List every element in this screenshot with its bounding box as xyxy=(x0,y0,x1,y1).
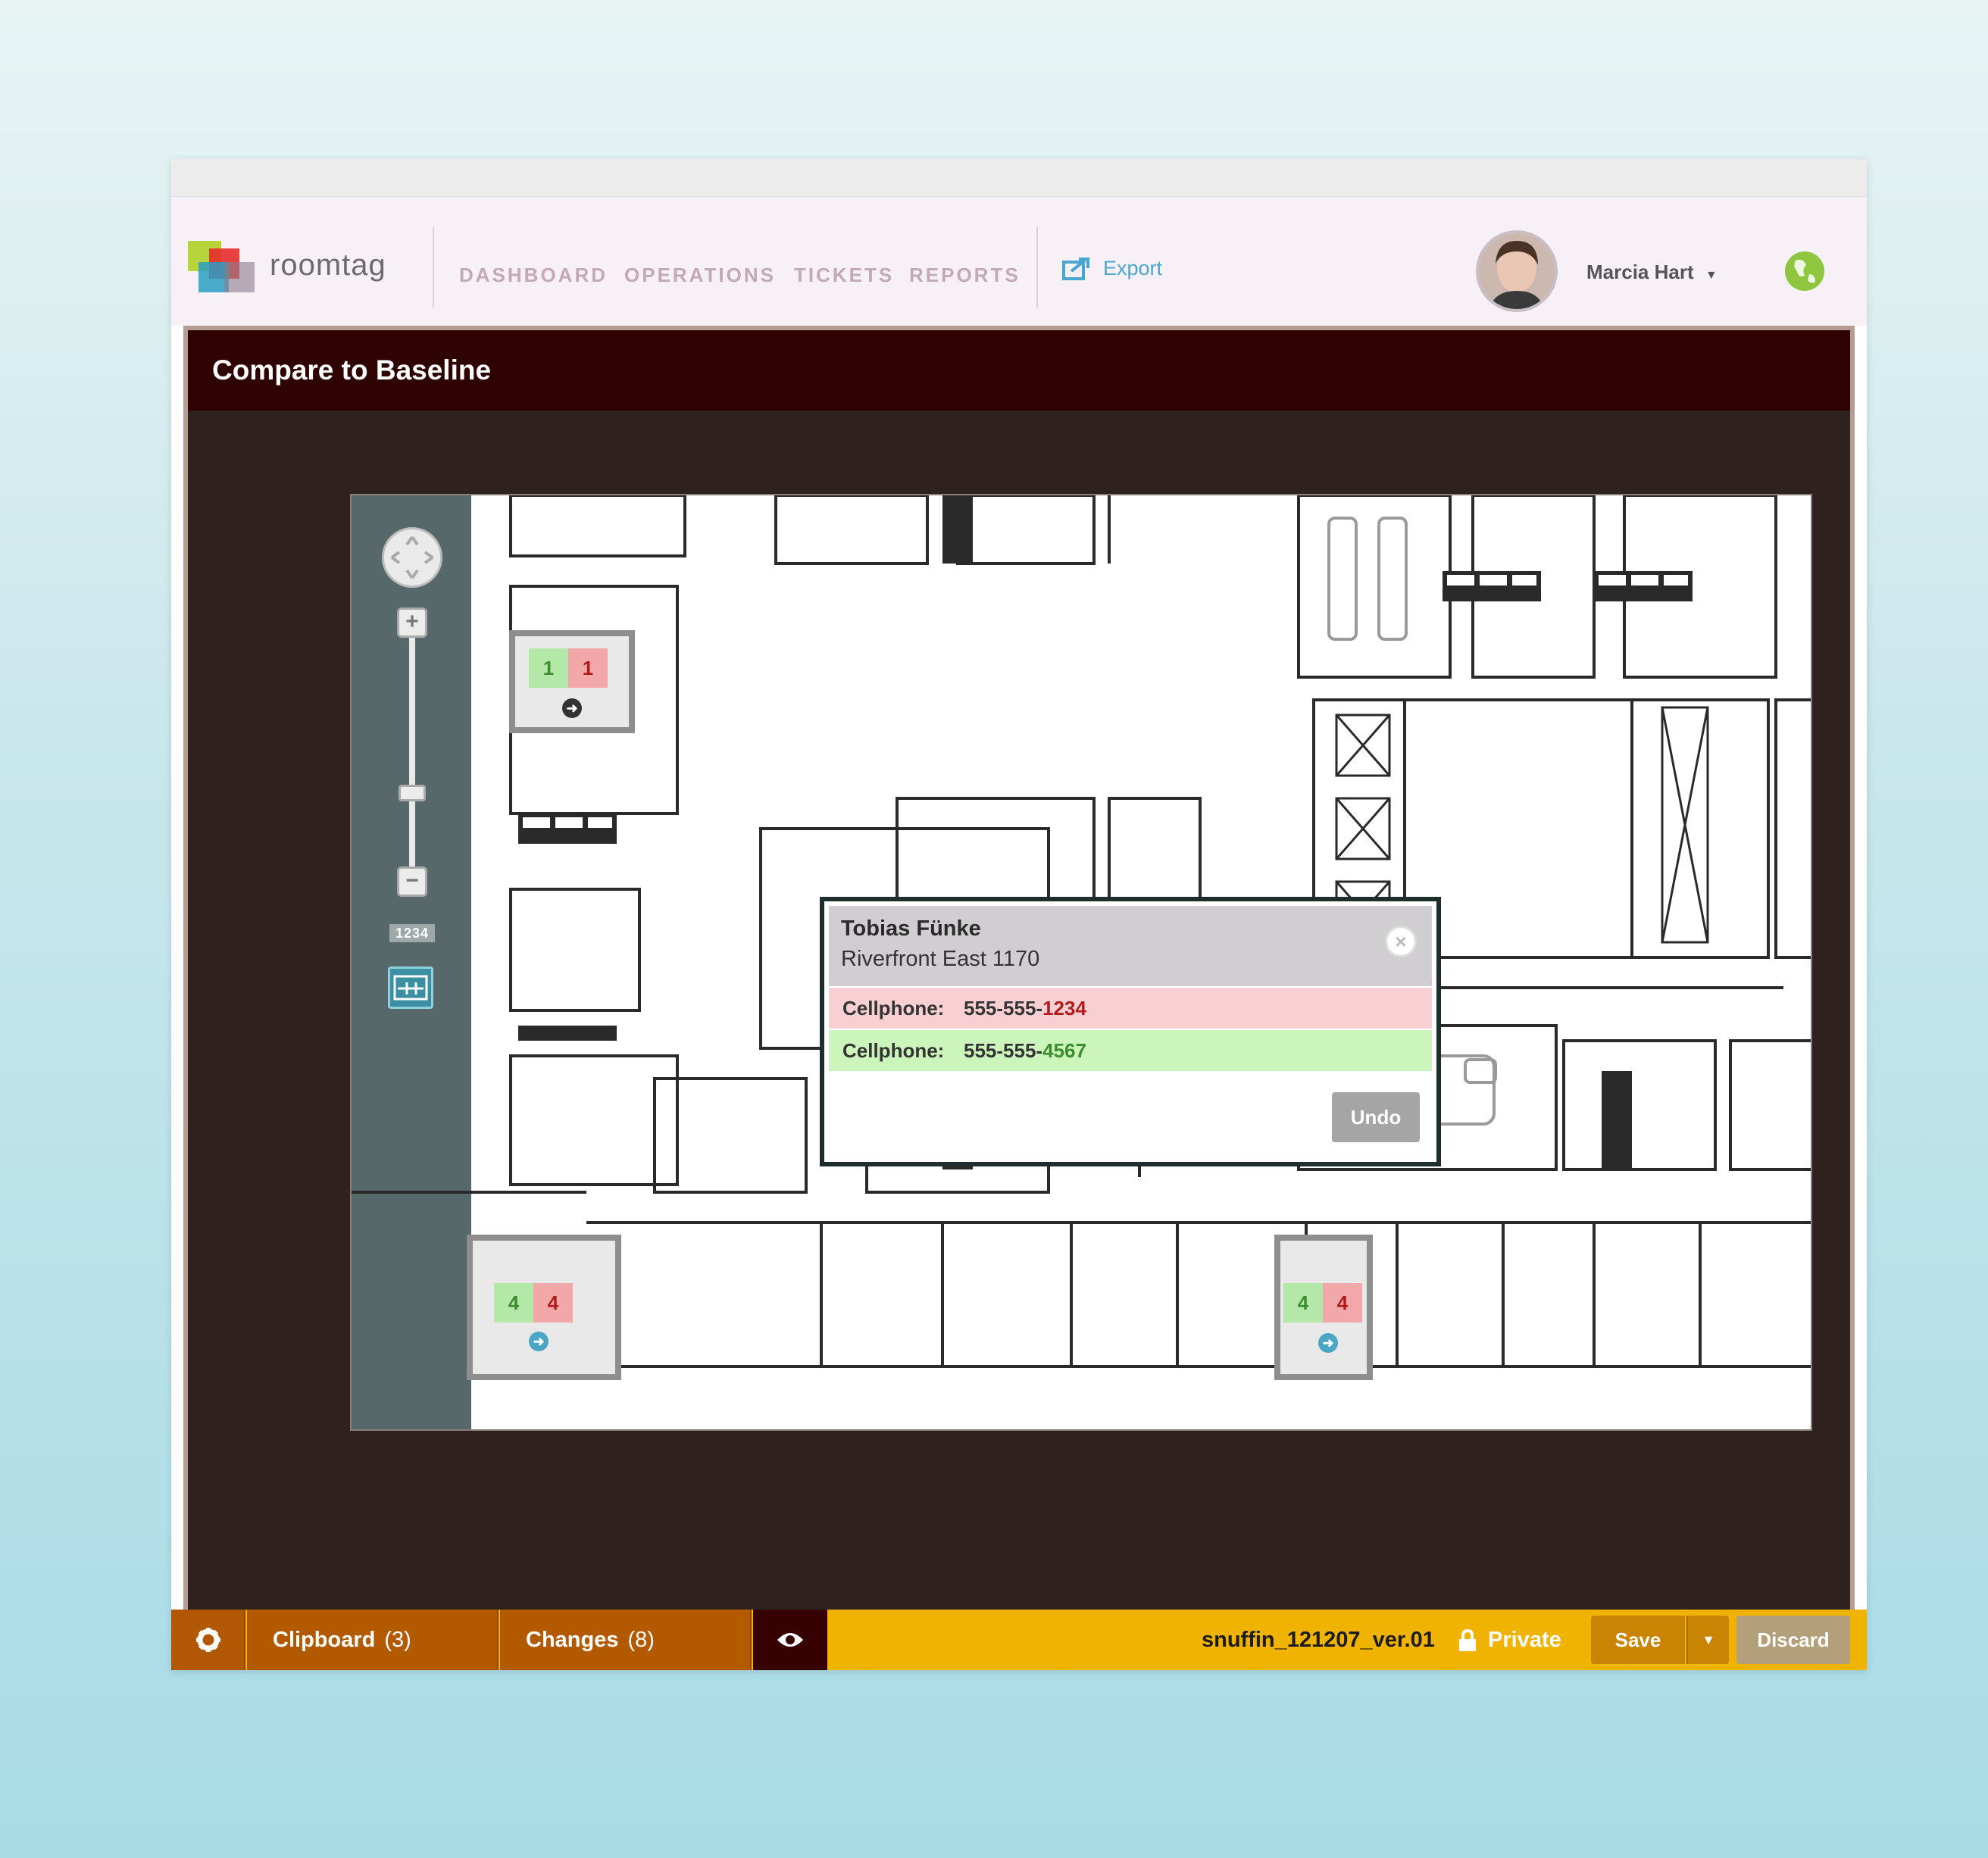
export-link[interactable]: Export xyxy=(1062,256,1162,280)
file-name: snuffin_121207_ver.01 xyxy=(1202,1628,1435,1652)
clipboard-count: (3) xyxy=(384,1628,411,1652)
arrow-right-icon[interactable]: ➜ xyxy=(562,698,582,718)
change-badge[interactable]: 4 4 ➜ xyxy=(467,1235,621,1380)
privacy-label: Private xyxy=(1488,1628,1561,1652)
compare-panel: Compare to Baseline + − 1234 1 1 ➜ 4 4 ➜… xyxy=(183,326,1855,1610)
tab-changes[interactable]: Changes (8) xyxy=(500,1610,752,1670)
removed-count: 1 xyxy=(568,648,608,688)
arrow-right-icon[interactable]: ➜ xyxy=(529,1332,549,1351)
field-value-changed: 4567 xyxy=(1042,1038,1086,1062)
export-icon xyxy=(1062,258,1089,280)
chevron-down-icon: ▼ xyxy=(1705,269,1718,282)
chevron-down-icon: ▼ xyxy=(1702,1632,1715,1647)
removed-count: 4 xyxy=(533,1283,573,1322)
nav-divider xyxy=(433,227,434,308)
globe-icon[interactable] xyxy=(1785,251,1824,291)
clipboard-label: Clipboard xyxy=(273,1628,376,1652)
added-count: 1 xyxy=(529,648,568,688)
eye-icon[interactable] xyxy=(753,1610,827,1670)
field-value-changed: 1234 xyxy=(1042,996,1086,1020)
added-count: 4 xyxy=(494,1283,533,1322)
window-titlebar xyxy=(171,159,1867,197)
number-tag-toggle[interactable]: 1234 xyxy=(389,924,435,942)
undo-button[interactable]: Undo xyxy=(1332,1092,1420,1142)
discard-button[interactable]: Discard xyxy=(1736,1616,1850,1664)
added-change-row: Cellphone: 555-555- 4567 xyxy=(829,1030,1432,1071)
compare-tool-icon[interactable] xyxy=(388,966,433,1009)
change-detail-popup: Tobias Fünke Riverfront East 1170 × Cell… xyxy=(820,897,1441,1166)
save-options-button[interactable]: ▼ xyxy=(1686,1616,1729,1664)
nav-tickets[interactable]: TICKETS xyxy=(794,264,894,287)
popup-header: Tobias Fünke Riverfront East 1170 × xyxy=(829,906,1432,986)
panel-title: Compare to Baseline xyxy=(212,354,492,386)
person-name: Tobias Fünke xyxy=(841,917,981,941)
nav-divider xyxy=(1036,227,1038,308)
person-location: Riverfront East 1170 xyxy=(841,947,1040,971)
privacy-toggle[interactable]: Private xyxy=(1458,1628,1561,1653)
change-badge[interactable]: 1 1 ➜ xyxy=(509,630,635,733)
added-count: 4 xyxy=(1283,1283,1323,1322)
tab-clipboard[interactable]: Clipboard (3) xyxy=(247,1610,499,1670)
panel-body: Compare to Baseline + − 1234 1 1 ➜ 4 4 ➜… xyxy=(188,330,1850,1610)
changes-label: Changes xyxy=(526,1628,619,1652)
zoom-out-icon[interactable]: − xyxy=(397,867,427,897)
nav-reports[interactable]: REPORTS xyxy=(909,264,1021,287)
close-icon[interactable]: × xyxy=(1385,926,1417,957)
field-value-prefix: 555-555- xyxy=(964,1038,1043,1062)
bottom-toolbar: Clipboard (3) Changes (8) snuffin_121207_v… xyxy=(171,1610,1867,1670)
top-navbar: roomtag DASHBOARD OPERATIONS TICKETS REP… xyxy=(171,197,1867,326)
brand-name[interactable]: roomtag xyxy=(270,248,386,283)
user-menu[interactable]: Marcia Hart ▼ xyxy=(1586,261,1718,284)
export-label: Export xyxy=(1103,256,1163,279)
zoom-handle[interactable] xyxy=(399,785,426,801)
pan-control-icon[interactable] xyxy=(382,527,442,588)
field-label: Cellphone: xyxy=(842,996,945,1020)
change-badge[interactable]: 4 4 ➜ xyxy=(1274,1235,1373,1380)
zoom-in-icon[interactable]: + xyxy=(397,607,427,638)
user-name: Marcia Hart xyxy=(1586,261,1694,283)
panel-header: Compare to Baseline xyxy=(188,330,1850,411)
lock-icon xyxy=(1459,1628,1476,1651)
app-window: roomtag DASHBOARD OPERATIONS TICKETS REP… xyxy=(171,159,1867,1670)
field-value-prefix: 555-555- xyxy=(964,996,1043,1020)
zoom-slider[interactable] xyxy=(409,609,415,874)
removed-change-row: Cellphone: 555-555- 1234 xyxy=(829,988,1432,1029)
nav-dashboard[interactable]: DASHBOARD xyxy=(459,264,608,287)
avatar[interactable] xyxy=(1476,230,1558,312)
roomtag-logo[interactable] xyxy=(188,241,256,292)
field-label: Cellphone: xyxy=(842,1038,945,1062)
nav-operations[interactable]: OPERATIONS xyxy=(624,264,776,287)
gear-icon[interactable] xyxy=(171,1610,245,1670)
changes-count: (8) xyxy=(627,1628,655,1652)
save-button[interactable]: Save xyxy=(1591,1616,1685,1664)
arrow-right-icon[interactable]: ➜ xyxy=(1318,1333,1338,1353)
removed-count: 4 xyxy=(1323,1283,1362,1322)
